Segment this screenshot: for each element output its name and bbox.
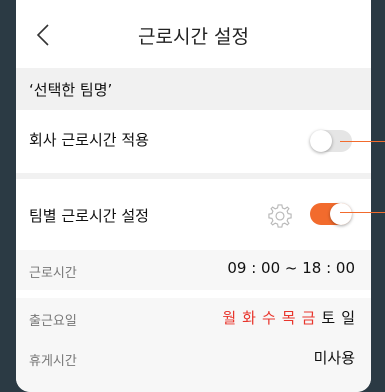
day-0: 월: [222, 309, 237, 327]
team-name: ‘선택한 팀명’: [29, 81, 113, 99]
gear-icon[interactable]: [266, 202, 294, 230]
work-days-value: 월화수목금토일: [216, 307, 355, 328]
work-hours-row: 근로시간 09 : 00 ~ 18 : 00: [16, 250, 371, 290]
section-divider: [16, 173, 371, 179]
break-time-row: 휴게시간 미사용: [16, 338, 371, 392]
work-hours-label: 근로시간: [29, 266, 77, 281]
annotation-pointer: [340, 141, 385, 142]
work-days-row: 출근요일 월화수목금토일: [16, 298, 371, 338]
day-2: 수: [261, 309, 276, 327]
break-time-label: 휴게시간: [29, 354, 77, 369]
work-hours-value: 09 : 00 ~ 18 : 00: [227, 259, 355, 277]
team-name-section: ‘선택한 팀명’: [16, 68, 371, 110]
company-hours-label: 회사 근로시간 적용: [29, 131, 149, 149]
toggle-knob: [310, 130, 332, 152]
day-3: 목: [281, 309, 296, 327]
day-4: 금: [301, 309, 316, 327]
toggle-knob: [330, 203, 352, 225]
team-hours-label: 팀별 근로시간 설정: [29, 207, 149, 225]
team-hours-toggle[interactable]: [310, 203, 352, 225]
day-1: 화: [242, 309, 256, 327]
day-6: 일: [341, 309, 355, 327]
annotation-pointer: [340, 212, 385, 213]
app-header: 근로시간 설정: [16, 0, 371, 69]
page-title: 근로시간 설정: [138, 26, 249, 48]
settings-panel: 근로시간 설정 ‘선택한 팀명’ 회사 근로시간 적용 팀별 근로시간 설정 근…: [16, 0, 371, 392]
work-days-label: 출근요일: [29, 314, 77, 329]
break-time-value: 미사용: [313, 349, 355, 367]
day-5: 토: [321, 309, 336, 327]
